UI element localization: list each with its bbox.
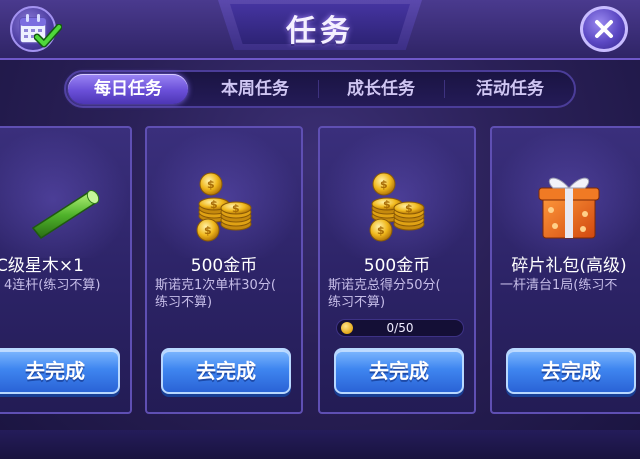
close-icon — [595, 20, 613, 38]
gift-box-icon — [492, 166, 640, 246]
svg-text:$: $ — [380, 178, 388, 191]
svg-text:$: $ — [210, 198, 218, 211]
reward-label: C级星木×1 — [0, 256, 84, 276]
progress-text: 0/50 — [386, 321, 414, 335]
task-description: 一杆清台1局(练习不 — [500, 278, 618, 293]
task-description: 斯诺克总得分50分( 练习不算) — [328, 278, 441, 310]
svg-text:$: $ — [207, 178, 215, 191]
progress-bar: 0/50 — [336, 319, 464, 337]
task-card: 碎片礼包(高级) 一杆清台1局(练习不 去完成 — [490, 126, 640, 414]
task-description: 斯诺克1次单杆30分( 练习不算) — [155, 278, 276, 310]
tab-daily[interactable]: 每日任务 — [68, 74, 188, 104]
reward-label: 500金币 — [363, 256, 431, 276]
tab-event[interactable]: 活动任务 — [450, 74, 570, 104]
gold-coins-icon: $ $ $ $ — [320, 166, 474, 246]
task-description: 4连杆(练习不算) — [4, 278, 101, 293]
footer-strip — [0, 430, 640, 459]
svg-text:$: $ — [377, 224, 385, 237]
page-title: 任务 — [286, 14, 354, 49]
go-complete-button[interactable]: 去完成 — [506, 348, 636, 394]
svg-text:$: $ — [204, 224, 212, 237]
check-icon — [34, 24, 62, 48]
svg-text:$: $ — [405, 202, 413, 215]
go-complete-button[interactable]: 去完成 — [0, 348, 120, 394]
tab-separator — [444, 80, 445, 98]
tab-separator — [318, 80, 319, 98]
task-card: C级星木×1 4连杆(练习不算) 去完成 — [0, 126, 132, 414]
svg-text:$: $ — [232, 202, 240, 215]
tab-growth[interactable]: 成长任务 — [322, 74, 440, 104]
task-card: $ $ $ $ 500金币 斯诺克1次单杆30分( 练习不算) 去完成 — [145, 126, 303, 414]
cue-stick-icon — [0, 166, 130, 246]
task-card: $ $ $ $ 500金币 斯诺克总得分50分( 练习不算) 0/50 去完成 — [318, 126, 476, 414]
go-complete-button[interactable]: 去完成 — [161, 348, 291, 394]
svg-text:$: $ — [383, 198, 391, 211]
tab-weekly[interactable]: 本周任务 — [196, 74, 314, 104]
reward-label: 碎片礼包(高级) — [511, 256, 627, 276]
close-button[interactable] — [580, 6, 628, 52]
gold-coins-icon: $ $ $ $ — [147, 166, 301, 246]
go-complete-button[interactable]: 去完成 — [334, 348, 464, 394]
reward-label: 500金币 — [190, 256, 258, 276]
